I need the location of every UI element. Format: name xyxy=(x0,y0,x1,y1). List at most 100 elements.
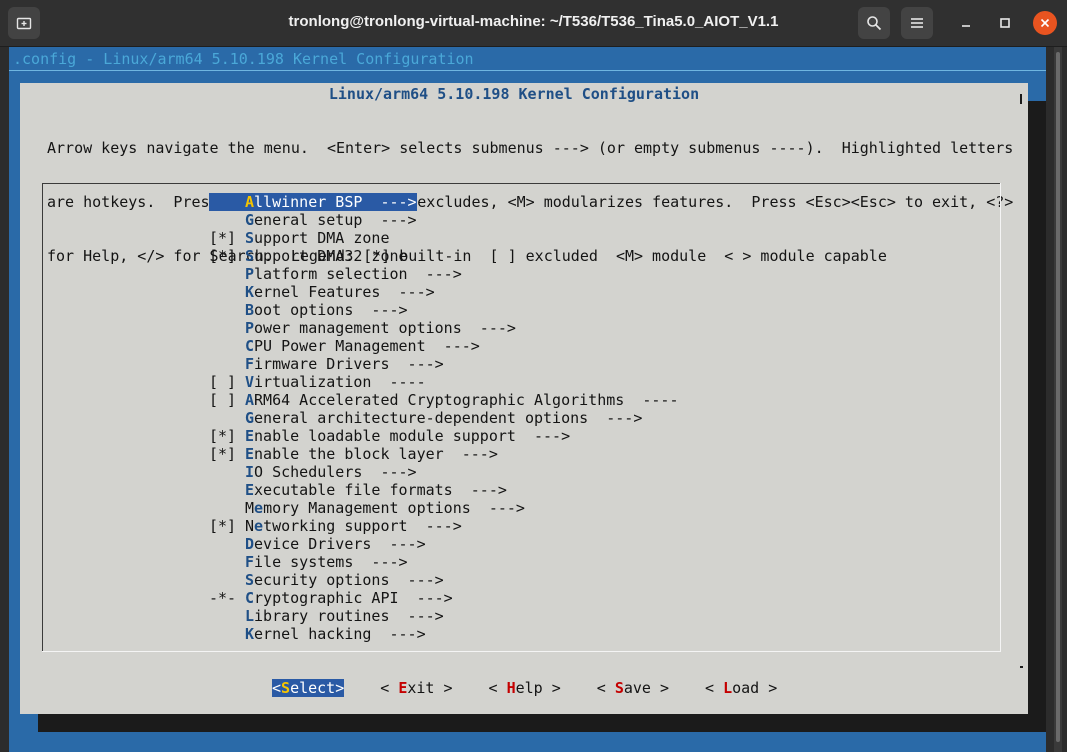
menu-item[interactable]: Kernel hacking ---> xyxy=(209,625,678,643)
menu-item[interactable]: General architecture-dependent options -… xyxy=(209,409,678,427)
menu-item-hotkey: K xyxy=(245,625,255,643)
menu-item-hotkey: A xyxy=(245,391,255,409)
menu-item[interactable]: CPU Power Management ---> xyxy=(209,337,678,355)
new-tab-button[interactable] xyxy=(8,7,40,39)
menu-item-label: Virtualization ---- xyxy=(245,373,426,391)
menu-item-mark: [ ] xyxy=(209,373,237,391)
menu-item-hotkey: F xyxy=(245,553,255,571)
menu-item[interactable]: [*] Networking support ---> xyxy=(209,517,678,535)
menu-item-label: Enable the block layer ---> xyxy=(245,445,498,463)
menu-item-hotkey: G xyxy=(245,409,255,427)
dialog-button[interactable]: < Help > xyxy=(489,679,561,697)
menu-item[interactable]: Platform selection ---> xyxy=(209,265,678,283)
menu-item-text: ernel hacking ---> xyxy=(254,625,426,643)
dialog-button-bracket: < xyxy=(705,679,724,697)
menu-item-mark xyxy=(209,337,245,355)
menu-item-mark xyxy=(209,211,245,229)
dialog-edge-tick xyxy=(1020,666,1023,668)
menu-item[interactable]: [ ] ARM64 Accelerated Cryptographic Algor… xyxy=(209,391,678,409)
menu-item-label: Kernel Features ---> xyxy=(245,283,435,301)
menu-item[interactable]: IO Schedulers ---> xyxy=(209,463,678,481)
dialog-button-hotkey: S xyxy=(281,679,291,697)
menu-item[interactable]: General setup ---> xyxy=(209,211,678,229)
menu-item-text: eneral setup ---> xyxy=(254,211,417,229)
menu-item[interactable]: [*] Enable the block layer ---> xyxy=(209,445,678,463)
menu-item[interactable]: [ ] Virtualization ---- xyxy=(209,373,678,391)
close-button[interactable] xyxy=(1033,11,1057,35)
menu-item[interactable]: Firmware Drivers ---> xyxy=(209,355,678,373)
menu-item-label: General architecture-dependent options -… xyxy=(245,409,642,427)
menu-item-label: Enable loadable module support ---> xyxy=(245,427,570,445)
menu-item[interactable]: File systems ---> xyxy=(209,553,678,571)
menu-item-mark xyxy=(209,265,245,283)
menu-item-text: latform selection ---> xyxy=(254,265,462,283)
menu-item[interactable]: [*] Support DMA zone xyxy=(209,229,678,247)
menu-item-hotkey: C xyxy=(245,589,255,607)
dialog-button[interactable]: <Select> xyxy=(272,679,345,697)
terminal-scrollbar-thumb[interactable] xyxy=(1056,52,1060,742)
menu-item-label: Networking support ---> xyxy=(245,517,462,535)
menu-item-mark xyxy=(209,499,245,517)
menu-item[interactable]: Power management options ---> xyxy=(209,319,678,337)
menu-item-text: ile systems ---> xyxy=(254,553,408,571)
menu-item-hotkey: P xyxy=(245,319,255,337)
menu-item-label: IO Schedulers ---> xyxy=(245,463,417,481)
menu-item[interactable]: Memory Management options ---> xyxy=(209,499,678,517)
menu-item-hotkey: D xyxy=(245,535,255,553)
menu-item-mark: [*] xyxy=(209,427,237,445)
menu-item-mark: [*] xyxy=(209,517,237,535)
menu-item-mark xyxy=(209,481,245,499)
menu-list: Allwinner BSP ---> General setup ---> [*] S… xyxy=(209,193,678,643)
help-line: Arrow keys navigate the menu. <Enter> se… xyxy=(47,139,1014,157)
menu-item-mark: [*] xyxy=(209,229,237,247)
menu-item-text: mory Management options ---> xyxy=(263,499,525,517)
menu-item-label: Device Drivers ---> xyxy=(245,535,426,553)
dialog-button[interactable]: < Save > xyxy=(597,679,669,697)
menu-item-label: Allwinner BSP ---> xyxy=(245,193,417,211)
dialog-button-bracket: < xyxy=(488,679,507,697)
menu-item-label: CPU Power Management ---> xyxy=(245,337,480,355)
menu-item-hotkey: B xyxy=(245,301,255,319)
maximize-button[interactable] xyxy=(993,11,1017,35)
dialog-button-text: elect> xyxy=(290,679,345,697)
menu-item[interactable]: [*] Enable loadable module support ---> xyxy=(209,427,678,445)
menu-item-text: N xyxy=(245,517,255,535)
menu-item-hotkey: I xyxy=(245,463,255,481)
menu-item-hotkey: K xyxy=(245,283,255,301)
dialog-button[interactable]: < Load > xyxy=(705,679,777,697)
dialog-button[interactable]: < Exit > xyxy=(380,679,452,697)
dialog-button-hotkey: S xyxy=(614,679,624,697)
maximize-icon xyxy=(1000,18,1010,28)
dialog-button-bracket: < xyxy=(380,679,399,697)
menu-item[interactable]: Device Drivers ---> xyxy=(209,535,678,553)
menu-item-text: llwinner BSP ---> xyxy=(254,193,417,211)
menu-item[interactable]: -*- Cryptographic API ---> xyxy=(209,589,678,607)
menu-item-text: RM64 Accelerated Cryptographic Algorithm… xyxy=(254,391,679,409)
menu-item[interactable]: Boot options ---> xyxy=(209,301,678,319)
dialog-button-text: elp > xyxy=(515,679,561,697)
hamburger-menu-button[interactable] xyxy=(901,7,933,39)
menu-item[interactable]: Executable file formats ---> xyxy=(209,481,678,499)
dialog-button-hotkey: H xyxy=(506,679,516,697)
menu-item[interactable]: [*] Support DMA32 zone xyxy=(209,247,678,265)
menu-item-hotkey: e xyxy=(254,499,264,517)
menu-item-mark xyxy=(209,409,245,427)
menu-item[interactable]: Allwinner BSP ---> xyxy=(209,193,678,211)
menu-item-hotkey: P xyxy=(245,265,255,283)
menu-item[interactable]: Library routines ---> xyxy=(209,607,678,625)
menu-item[interactable]: Kernel Features ---> xyxy=(209,283,678,301)
minimize-button[interactable] xyxy=(954,11,978,35)
menu-item[interactable]: Security options ---> xyxy=(209,571,678,589)
menu-item-hotkey: F xyxy=(245,355,255,373)
menu-item-hotkey: G xyxy=(245,211,255,229)
dialog-button-text: ave > xyxy=(623,679,669,697)
hamburger-menu-icon xyxy=(911,18,923,28)
minimize-icon xyxy=(962,25,970,27)
menu-item-text: eneral architecture-dependent options --… xyxy=(254,409,643,427)
menu-item-label: Power management options ---> xyxy=(245,319,516,337)
menu-item-text: PU Power Management ---> xyxy=(254,337,480,355)
menu-item-text: evice Drivers ---> xyxy=(254,535,426,553)
menu-item-label: Memory Management options ---> xyxy=(245,499,525,517)
search-button[interactable] xyxy=(858,7,890,39)
menu-item-text: ryptographic API ---> xyxy=(254,589,453,607)
